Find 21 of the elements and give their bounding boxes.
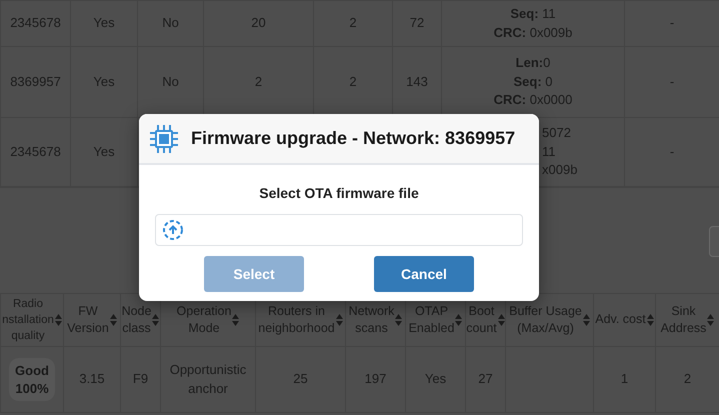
sort-icon — [395, 314, 402, 326]
prompt-text: Select OTA firmware file — [259, 185, 419, 201]
file-field[interactable] — [155, 214, 523, 246]
table-cell: - — [670, 74, 674, 89]
chip-icon — [149, 124, 179, 154]
sort-icon — [707, 314, 714, 326]
sort-icon — [54, 314, 62, 326]
sort-icon — [455, 314, 462, 326]
table-cell: - — [670, 144, 674, 159]
upload-icon[interactable] — [162, 219, 184, 241]
sort-icon — [110, 314, 117, 326]
modal-title: Firmware upgrade - Network: 8369957 — [191, 128, 516, 150]
sort-icon — [646, 314, 654, 326]
sort-icon — [336, 314, 343, 326]
sort-icon — [582, 314, 590, 326]
quality-badge: Good 100% — [9, 358, 55, 402]
sort-icon — [232, 314, 240, 326]
dialog-button[interactable]: Cancel — [374, 256, 474, 292]
table-cell: - — [670, 15, 674, 30]
sort-icon — [152, 314, 160, 326]
sort-icon — [498, 314, 504, 326]
